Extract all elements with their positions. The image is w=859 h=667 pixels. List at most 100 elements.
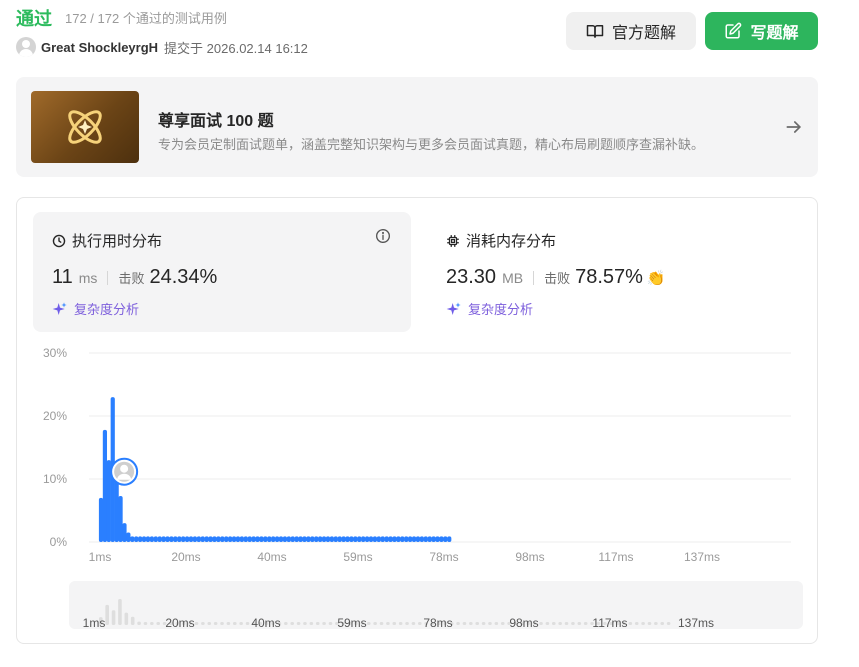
chart-bar[interactable]	[345, 536, 350, 542]
chart-bar[interactable]	[353, 536, 358, 542]
chart-bar[interactable]	[380, 536, 385, 542]
chart-bar[interactable]	[310, 536, 315, 542]
chart-bar[interactable]	[138, 536, 143, 542]
chart-bar[interactable]	[447, 536, 452, 542]
chart-bar[interactable]	[130, 536, 135, 542]
runtime-distribution-chart[interactable]: 30% 20% 10% 0% 1ms 20ms 40ms 59ms 78ms 98ms 117ms 1…	[17, 338, 819, 578]
avatar[interactable]	[16, 37, 36, 57]
chart-bar[interactable]	[282, 536, 288, 542]
chart-bar[interactable]	[208, 536, 213, 542]
chart-bar[interactable]	[329, 536, 334, 542]
chart-bar[interactable]	[220, 536, 225, 542]
chart-bar[interactable]	[376, 536, 381, 542]
chart-bar[interactable]	[192, 536, 198, 542]
chart-bar[interactable]	[271, 536, 276, 542]
chart-bar[interactable]	[184, 536, 190, 542]
chart-bar[interactable]	[404, 536, 409, 542]
chart-bar[interactable]	[431, 536, 436, 542]
chart-bar[interactable]	[439, 536, 444, 542]
chart-bar[interactable]	[228, 536, 233, 542]
chart-bar[interactable]	[423, 536, 428, 542]
chart-bar[interactable]	[122, 523, 127, 542]
chart-bar[interactable]	[290, 536, 295, 542]
chart-bar[interactable]	[204, 536, 209, 542]
chart-bar[interactable]	[388, 536, 393, 542]
chart-bar[interactable]	[400, 536, 405, 542]
chart-bar[interactable]	[278, 536, 284, 542]
write-solution-button[interactable]: 写题解	[705, 12, 818, 50]
memory-complexity-link[interactable]: 复杂度分析	[446, 299, 533, 318]
chart-bar[interactable]	[102, 429, 108, 542]
chart-bar[interactable]	[188, 536, 194, 542]
chart-bar[interactable]	[243, 536, 248, 542]
chart-bar[interactable]	[231, 536, 237, 542]
chart-bar[interactable]	[333, 536, 338, 542]
chart-bar[interactable]	[372, 536, 378, 542]
chart-bar[interactable]	[349, 536, 354, 542]
chart-bar[interactable]	[161, 536, 166, 542]
chart-bar[interactable]	[165, 536, 170, 542]
chart-bar[interactable]	[411, 536, 417, 542]
premium-promo-banner[interactable]: 尊享面试 100 题 专为会员定制面试题单，涵盖完整知识架构与更多会员面试真题，…	[16, 77, 818, 177]
chart-bar[interactable]	[149, 536, 154, 542]
chart-bar[interactable]	[141, 536, 147, 542]
runtime-stat-tab[interactable]: 执行用时分布 11 ms 击败 24.34% 复杂度分析	[33, 212, 411, 332]
chart-bar[interactable]	[196, 536, 201, 542]
chart-bar[interactable]	[415, 536, 421, 542]
arrow-right-icon[interactable]	[784, 117, 804, 137]
chart-bar[interactable]	[294, 536, 299, 542]
chart-bar[interactable]	[314, 536, 319, 542]
chart-bar[interactable]	[302, 536, 307, 542]
chart-bar[interactable]	[286, 536, 291, 542]
info-icon[interactable]	[375, 228, 391, 244]
chart-bar[interactable]	[169, 536, 174, 542]
chart-bar[interactable]	[337, 536, 342, 542]
chart-bar[interactable]	[306, 536, 311, 542]
chart-bar[interactable]	[239, 536, 244, 542]
chart-bar[interactable]	[321, 536, 327, 542]
runtime-complexity-link[interactable]: 复杂度分析	[52, 299, 139, 318]
chart-bar[interactable]	[274, 536, 280, 542]
chart-bar[interactable]	[443, 536, 448, 542]
chart-bar[interactable]	[318, 536, 323, 542]
chart-bar[interactable]	[224, 536, 229, 542]
chart-bar[interactable]	[392, 536, 397, 542]
chart-bar[interactable]	[134, 536, 139, 542]
chart-bar[interactable]	[177, 536, 182, 542]
chart-bar[interactable]	[98, 497, 104, 542]
chart-bar[interactable]	[298, 536, 303, 542]
chart-bar[interactable]	[396, 536, 401, 542]
chart-bar[interactable]	[361, 536, 366, 542]
chart-bar[interactable]	[216, 536, 221, 542]
chart-bar[interactable]	[212, 536, 217, 542]
chart-bar[interactable]	[118, 496, 123, 542]
chart-range-brush[interactable]: 1ms 20ms 40ms 59ms 78ms 98ms 117ms 137ms	[69, 581, 803, 630]
chart-bar[interactable]	[200, 536, 205, 542]
chart-bar[interactable]	[364, 536, 370, 542]
chart-bar[interactable]	[157, 536, 162, 542]
chart-bar[interactable]	[267, 536, 272, 542]
chart-bar[interactable]	[251, 536, 256, 542]
chart-bar[interactable]	[357, 536, 362, 542]
chart-bar[interactable]	[255, 536, 260, 542]
chart-bar[interactable]	[145, 536, 151, 542]
chart-bar[interactable]	[435, 536, 440, 542]
chart-bar[interactable]	[325, 536, 331, 542]
chart-bar[interactable]	[368, 536, 374, 542]
chart-bar[interactable]	[408, 536, 413, 542]
brush-mini-chart[interactable]: 1ms 20ms 40ms 59ms 78ms 98ms 117ms 137ms	[69, 581, 803, 630]
chart-bar[interactable]	[235, 536, 241, 542]
chart-bar[interactable]	[384, 536, 389, 542]
official-solution-button[interactable]: 官方题解	[566, 12, 696, 50]
chart-bar[interactable]	[173, 536, 178, 542]
username[interactable]: Great ShockleyrgH	[41, 40, 158, 55]
chart-bar[interactable]	[341, 536, 346, 542]
chart-bar[interactable]	[247, 536, 252, 542]
chart-bar[interactable]	[153, 536, 158, 542]
memory-stat-tab[interactable]: 消耗内存分布 23.30 MB 击败 78.57% 👏 复杂度分析	[427, 212, 805, 332]
chart-bar[interactable]	[181, 536, 186, 542]
chart-bar[interactable]	[263, 536, 268, 542]
chart-bar[interactable]	[427, 536, 432, 542]
chart-bar[interactable]	[126, 532, 131, 542]
chart-bar[interactable]	[419, 536, 424, 542]
